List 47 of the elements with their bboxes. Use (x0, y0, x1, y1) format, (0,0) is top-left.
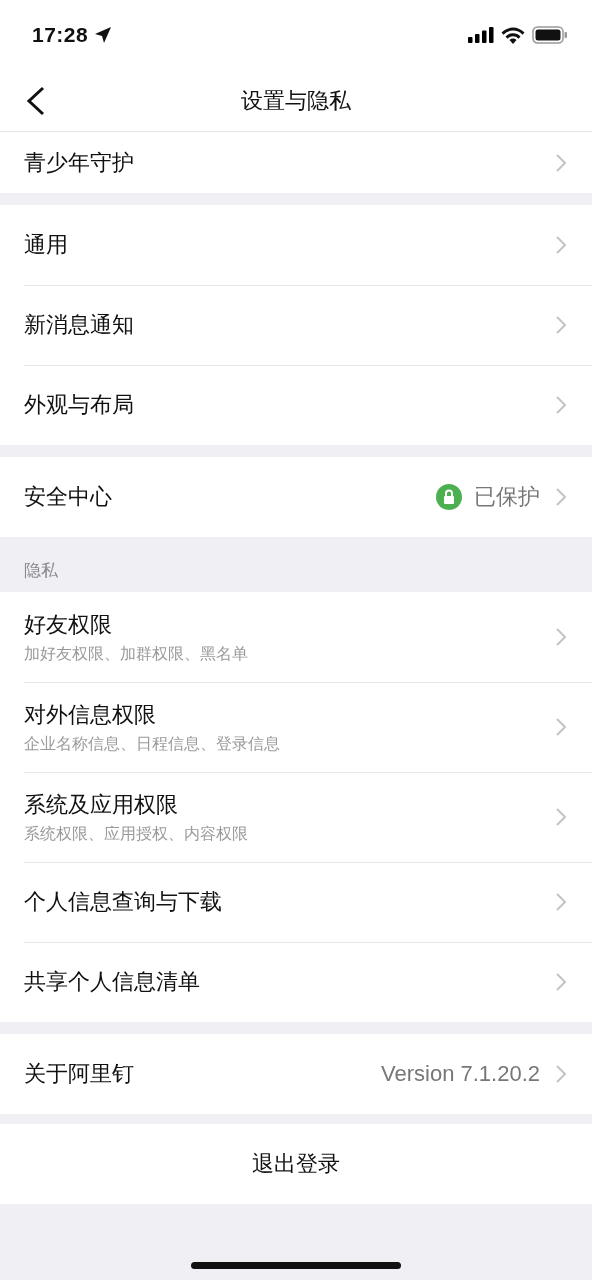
row-title: 共享个人信息清单 (24, 968, 201, 996)
settings-row[interactable]: 外观与布局 (0, 365, 592, 445)
row-subtitle: 加好友权限、加群权限、黑名单 (24, 643, 249, 664)
settings-row[interactable]: 新消息通知 (0, 285, 592, 365)
row-title: 个人信息查询与下载 (24, 888, 223, 916)
row-title: 通用 (24, 231, 69, 259)
row-title: 好友权限 (24, 610, 113, 639)
chevron-icon (556, 396, 566, 414)
chevron-icon (556, 488, 566, 506)
lock-icon (436, 484, 462, 510)
settings-row[interactable]: 安全中心 已保护 (0, 457, 592, 537)
wifi-icon (501, 26, 525, 44)
settings-row[interactable]: 关于阿里钉 Version 7.1.20.2 (0, 1034, 592, 1114)
battery-icon (532, 26, 568, 44)
chevron-icon (556, 236, 566, 254)
chevron-icon (556, 316, 566, 334)
settings-row[interactable]: 对外信息权限 企业名称信息、日程信息、登录信息 (0, 682, 592, 772)
row-title: 外观与布局 (24, 391, 135, 419)
row-title: 青少年守护 (24, 148, 135, 177)
chevron-icon (556, 628, 566, 646)
settings-row[interactable]: 共享个人信息清单 (0, 942, 592, 1022)
back-icon[interactable] (26, 86, 46, 116)
settings-row[interactable]: 通用 (0, 205, 592, 285)
row-title: 对外信息权限 (24, 700, 157, 729)
status-time: 17:28 (32, 23, 89, 47)
chevron-icon (556, 808, 566, 826)
location-arrow-icon (94, 26, 113, 44)
row-value: 已保护 (474, 483, 540, 511)
chevron-icon (556, 153, 566, 172)
row-title: 系统及应用权限 (24, 790, 179, 819)
chevron-icon (556, 893, 566, 911)
page-title: 设置与隐私 (241, 86, 351, 115)
row-title: 安全中心 (24, 483, 113, 511)
row-title: 新消息通知 (24, 311, 135, 339)
chevron-icon (556, 1065, 566, 1083)
row-subtitle: 企业名称信息、日程信息、登录信息 (24, 733, 281, 754)
settings-row[interactable]: 青少年守护 (0, 132, 592, 193)
row-subtitle: 系统权限、应用授权、内容权限 (24, 823, 249, 844)
row-title: 关于阿里钉 (24, 1060, 135, 1088)
logout-button[interactable]: 退出登录 (0, 1124, 592, 1204)
settings-row[interactable]: 个人信息查询与下载 (0, 862, 592, 942)
signal-icon (468, 27, 494, 43)
chevron-icon (556, 973, 566, 991)
chevron-icon (556, 718, 566, 736)
settings-row[interactable]: 好友权限 加好友权限、加群权限、黑名单 (0, 592, 592, 682)
row-value: Version 7.1.20.2 (381, 1061, 540, 1087)
settings-row[interactable]: 系统及应用权限 系统权限、应用授权、内容权限 (0, 772, 592, 862)
